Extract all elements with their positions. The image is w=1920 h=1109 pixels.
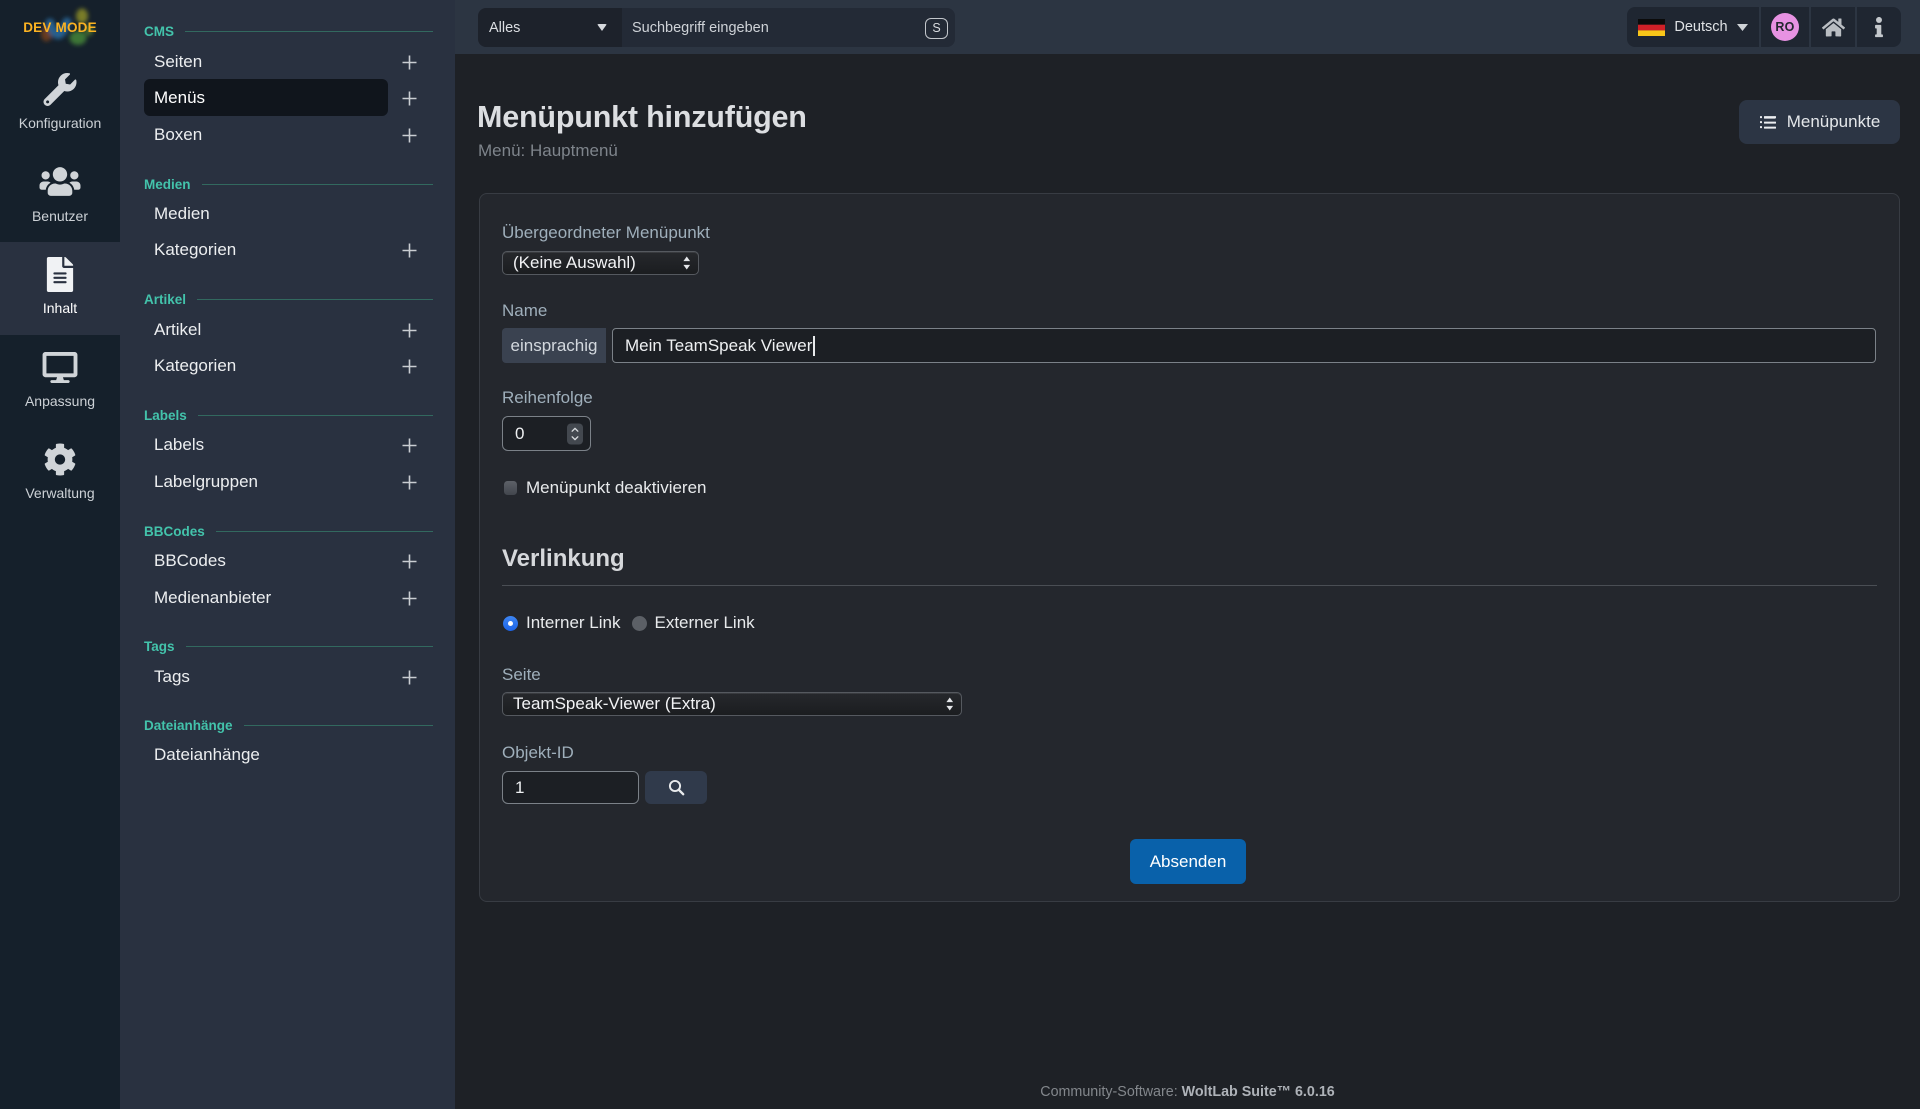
svg-text:DEV MODE: DEV MODE [23, 20, 97, 35]
